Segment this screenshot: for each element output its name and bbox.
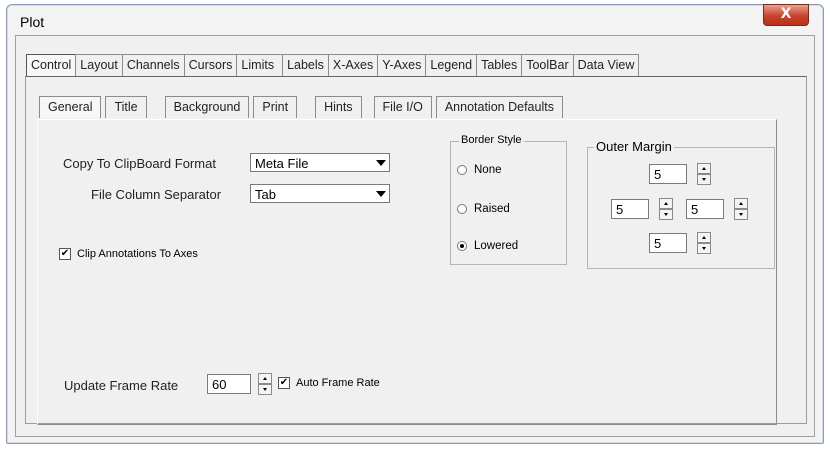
main-tab-strip: Control Layout Channels Cursors Limits L… — [26, 54, 640, 77]
tab-control[interactable]: Control — [26, 54, 77, 77]
margin-bottom-spinner[interactable] — [697, 232, 711, 254]
radio-circle-icon — [457, 165, 467, 175]
margin-right-input[interactable]: 5 — [686, 199, 724, 219]
tab-data-view[interactable]: Data View — [572, 54, 640, 76]
spin-down-icon[interactable] — [734, 209, 748, 220]
tab-limits[interactable]: Limits — [236, 54, 284, 76]
title-bar: Plot X — [7, 4, 823, 35]
subtab-general[interactable]: General — [39, 96, 102, 118]
tab-labels[interactable]: Labels — [282, 54, 329, 76]
tab-y-axes[interactable]: Y-Axes — [377, 54, 427, 76]
spin-up-icon[interactable] — [258, 373, 272, 384]
border-lowered-radio[interactable]: Lowered — [457, 240, 518, 252]
subtab-annotation-defaults[interactable]: Annotation Defaults — [435, 96, 563, 118]
spin-up-icon[interactable] — [734, 198, 748, 209]
spin-down-icon[interactable] — [258, 384, 272, 395]
border-none-label: None — [474, 164, 502, 176]
tab-legend[interactable]: Legend — [425, 54, 478, 76]
subtab-print[interactable]: Print — [253, 96, 298, 118]
margin-left-spinner[interactable] — [659, 198, 673, 220]
border-lowered-label: Lowered — [474, 240, 519, 252]
outer-margin-title: Outer Margin — [594, 139, 674, 154]
subtab-hints[interactable]: Hints — [315, 96, 362, 118]
spin-up-icon[interactable] — [697, 232, 711, 243]
checkmark-icon: ✔ — [278, 377, 290, 389]
radio-selected-icon — [457, 241, 467, 251]
tab-toolbar[interactable]: ToolBar — [521, 54, 574, 76]
margin-left-input[interactable]: 5 — [611, 199, 649, 219]
clip-annotations-label: Clip Annotations To Axes — [77, 248, 198, 260]
spin-up-icon[interactable] — [659, 198, 673, 209]
clipboard-format-label: Copy To ClipBoard Format — [63, 156, 216, 171]
checkmark-icon: ✔ — [59, 248, 71, 260]
chevron-down-icon — [376, 160, 386, 166]
subtab-file-io[interactable]: File I/O — [373, 96, 432, 118]
clipboard-format-value: Meta File — [255, 156, 309, 171]
column-separator-label: File Column Separator — [91, 187, 222, 202]
border-none-radio[interactable]: None — [457, 164, 502, 176]
tab-layout[interactable]: Layout — [75, 54, 123, 76]
margin-bottom-input[interactable]: 5 — [649, 233, 687, 253]
margin-top-spinner[interactable] — [697, 163, 711, 185]
auto-frame-rate-checkbox[interactable]: ✔ Auto Frame Rate — [278, 377, 380, 389]
close-button[interactable]: X — [763, 4, 809, 26]
subtab-title[interactable]: Title — [105, 96, 147, 118]
close-icon: X — [780, 6, 792, 22]
border-raised-radio[interactable]: Raised — [457, 203, 510, 215]
column-separator-select[interactable]: Tab — [250, 184, 390, 203]
spin-down-icon[interactable] — [697, 174, 711, 185]
border-raised-label: Raised — [474, 203, 510, 215]
tab-cursors[interactable]: Cursors — [183, 54, 238, 76]
margin-right-spinner[interactable] — [734, 198, 748, 220]
window-title: Plot — [20, 14, 45, 30]
auto-frame-rate-label: Auto Frame Rate — [296, 377, 380, 389]
border-style-title: Border Style — [459, 134, 524, 146]
subtab-background[interactable]: Background — [164, 96, 250, 118]
radio-circle-icon — [457, 204, 467, 214]
update-frame-rate-label: Update Frame Rate — [64, 378, 179, 393]
margin-top-input[interactable]: 5 — [649, 164, 687, 184]
clipboard-format-select[interactable]: Meta File — [250, 153, 390, 172]
tab-channels[interactable]: Channels — [121, 54, 185, 76]
plot-window: Plot X Control Layout Channels Cursors L… — [6, 4, 824, 444]
column-separator-value: Tab — [255, 187, 276, 202]
update-frame-rate-input[interactable]: 60 — [207, 374, 251, 394]
spin-down-icon[interactable] — [697, 243, 711, 254]
spin-down-icon[interactable] — [659, 209, 673, 220]
tab-x-axes[interactable]: X-Axes — [327, 54, 379, 76]
tab-tables[interactable]: Tables — [476, 54, 523, 76]
frame-rate-spinner[interactable] — [258, 373, 272, 395]
chevron-down-icon — [376, 191, 386, 197]
spin-up-icon[interactable] — [697, 163, 711, 174]
sub-tab-strip: General Title Background Print Hints Fil… — [39, 96, 567, 118]
clip-annotations-checkbox[interactable]: ✔ Clip Annotations To Axes — [59, 248, 198, 260]
